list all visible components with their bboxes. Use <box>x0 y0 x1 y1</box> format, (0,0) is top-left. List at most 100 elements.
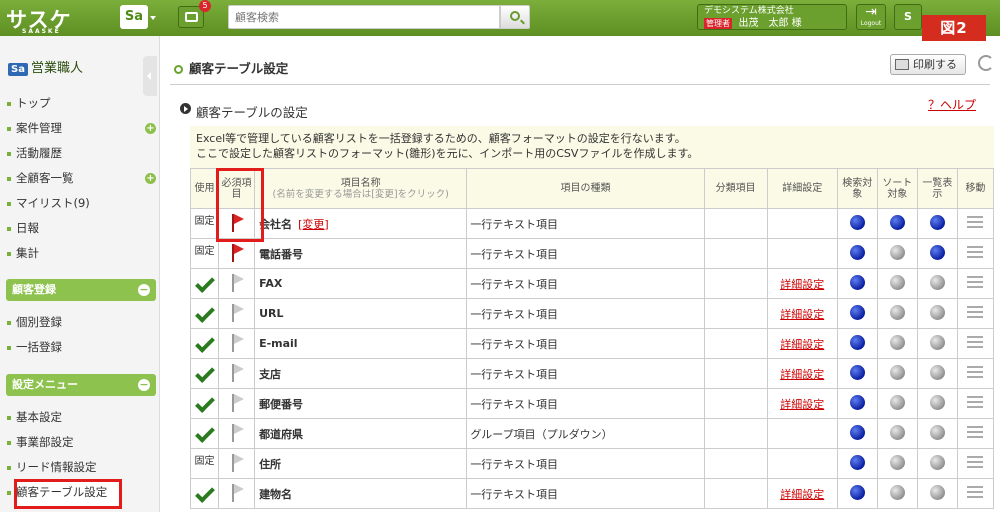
sidebar-item-basic-settings[interactable]: 基本設定 <box>6 405 156 430</box>
move-handle[interactable] <box>956 478 995 509</box>
sort-cell[interactable] <box>876 478 918 509</box>
sidebar-item-all-customers[interactable]: 全顧客一覧 + <box>6 166 156 191</box>
detail-settings-link[interactable]: 詳細設定 <box>766 358 838 389</box>
move-handle[interactable] <box>956 328 995 359</box>
section-settings-menu[interactable]: 設定メニュー − <box>6 374 156 396</box>
search-input[interactable] <box>228 5 500 29</box>
required-cell[interactable] <box>218 418 256 449</box>
required-cell[interactable] <box>218 478 256 509</box>
sort-cell[interactable] <box>876 448 918 479</box>
app-switch-button[interactable]: Sa <box>120 5 148 29</box>
list-cell[interactable] <box>916 298 958 329</box>
move-handle[interactable] <box>956 298 995 329</box>
detail-settings-link[interactable]: 詳細設定 <box>766 328 838 359</box>
search-toggle-icon <box>849 304 865 320</box>
search-cell[interactable] <box>836 418 878 449</box>
sidebar-item-top[interactable]: トップ <box>6 91 156 116</box>
sidebar-item-lead-settings[interactable]: リード情報設定 <box>6 455 156 480</box>
detail-settings-link[interactable]: 詳細設定 <box>766 268 838 299</box>
expand-plus-icon[interactable]: + <box>145 123 156 134</box>
list-cell[interactable] <box>916 358 958 389</box>
section-customer-registration[interactable]: 顧客登録 − <box>6 279 156 301</box>
sort-cell[interactable] <box>876 328 918 359</box>
sort-cell[interactable] <box>876 208 918 239</box>
move-handle[interactable] <box>956 418 995 449</box>
sort-cell[interactable] <box>876 238 918 269</box>
sidebar-item-summary[interactable]: 集計 <box>6 241 156 266</box>
sidebar-collapse-toggle[interactable] <box>143 56 157 96</box>
sort-cell[interactable] <box>876 298 918 329</box>
sort-cell[interactable] <box>876 268 918 299</box>
required-cell[interactable] <box>218 448 256 479</box>
sidebar-item-customer-table-settings[interactable]: 顧客テーブル設定 <box>6 480 156 505</box>
list-cell[interactable] <box>916 388 958 419</box>
search-cell[interactable] <box>836 358 878 389</box>
sidebar-item-projects[interactable]: 案件管理 + <box>6 116 156 141</box>
use-cell[interactable] <box>189 268 220 299</box>
help-link[interactable]: ？ヘルプ <box>928 96 976 113</box>
move-handle[interactable] <box>956 208 995 239</box>
sidebar-item-daily-report[interactable]: 日報 <box>6 216 156 241</box>
sort-cell[interactable] <box>876 418 918 449</box>
list-cell[interactable] <box>916 328 958 359</box>
expand-plus-icon[interactable]: + <box>145 173 156 184</box>
change-name-link[interactable]: [変更] <box>298 218 329 231</box>
list-cell[interactable] <box>916 418 958 449</box>
list-cell[interactable] <box>916 448 958 479</box>
search-cell[interactable] <box>836 298 878 329</box>
sidebar-item-division-settings[interactable]: 事業部設定 <box>6 430 156 455</box>
name-cell: 郵便番号 <box>254 388 468 419</box>
use-cell[interactable] <box>189 418 220 449</box>
list-cell[interactable] <box>916 208 958 239</box>
saaske-icon-button[interactable]: S <box>894 4 922 30</box>
search-cell[interactable] <box>836 268 878 299</box>
detail-settings-link[interactable]: 詳細設定 <box>766 478 838 509</box>
search-cell[interactable] <box>836 448 878 479</box>
sidebar-item-mylist[interactable]: マイリスト(9) <box>6 191 156 216</box>
move-handle[interactable] <box>956 238 995 269</box>
search-cell[interactable] <box>836 328 878 359</box>
move-handle[interactable] <box>956 448 995 479</box>
sidebar-item-activity[interactable]: 活動履歴 <box>6 141 156 166</box>
search-cell[interactable] <box>836 478 878 509</box>
use-cell[interactable] <box>189 388 220 419</box>
table-row: 都道府県 グループ項目（プルダウン） <box>189 418 995 449</box>
required-cell[interactable] <box>218 328 256 359</box>
use-cell[interactable] <box>189 328 220 359</box>
search-cell[interactable] <box>836 208 878 239</box>
required-cell[interactable] <box>218 298 256 329</box>
user-menu[interactable]: デモシステム株式会社 管理者 出茂 太郎 様 <box>697 4 847 30</box>
chevron-down-icon[interactable] <box>150 16 156 20</box>
sidebar-item-individual-registration[interactable]: 個別登録 <box>6 310 156 335</box>
list-cell[interactable] <box>916 268 958 299</box>
search-cell[interactable] <box>836 238 878 269</box>
use-cell[interactable] <box>189 478 220 509</box>
logout-button[interactable]: ⇥ Logout <box>856 4 886 30</box>
search-button[interactable] <box>500 5 530 29</box>
sort-cell[interactable] <box>876 358 918 389</box>
sidebar-item-bulk-registration[interactable]: 一括登録 <box>6 335 156 360</box>
required-cell[interactable] <box>218 358 256 389</box>
detail-settings-link[interactable]: 詳細設定 <box>766 298 838 329</box>
collapse-minus-icon[interactable]: − <box>138 284 150 296</box>
list-cell[interactable] <box>916 478 958 509</box>
move-handle[interactable] <box>956 388 995 419</box>
sort-cell[interactable] <box>876 388 918 419</box>
use-cell[interactable] <box>189 298 220 329</box>
description-box: Excel等で管理している顧客リストを一括登録するための、顧客フォーマットの設定… <box>190 126 994 168</box>
required-cell[interactable] <box>218 238 256 269</box>
search-cell[interactable] <box>836 388 878 419</box>
type-cell: 一行テキスト項目 <box>466 388 705 419</box>
required-cell[interactable] <box>218 268 256 299</box>
move-handle[interactable] <box>956 358 995 389</box>
collapse-minus-icon[interactable]: − <box>138 379 150 391</box>
use-cell[interactable] <box>189 358 220 389</box>
app-logo[interactable]: サスケ SAASKE <box>6 4 72 35</box>
list-cell[interactable] <box>916 238 958 269</box>
move-handle[interactable] <box>956 268 995 299</box>
detail-settings-link[interactable]: 詳細設定 <box>766 388 838 419</box>
refresh-icon[interactable] <box>978 55 994 71</box>
required-cell[interactable] <box>218 388 256 419</box>
category-cell <box>703 388 768 419</box>
print-button[interactable]: 印刷する <box>890 54 966 75</box>
